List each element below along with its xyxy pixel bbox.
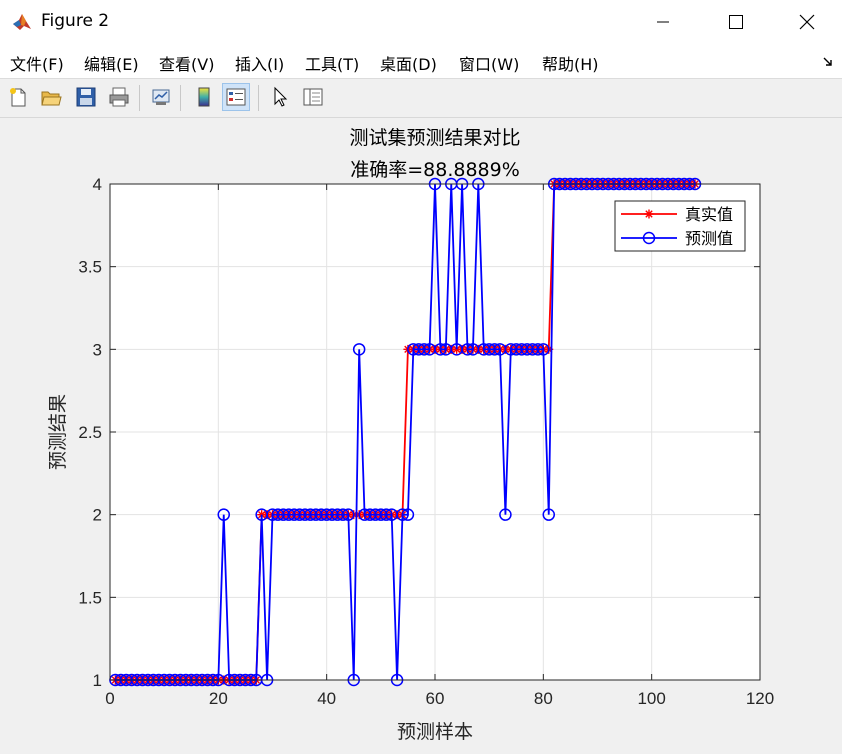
window-title: Figure 2: [41, 11, 110, 31]
save-button[interactable]: [72, 83, 100, 111]
print-button[interactable]: [105, 83, 133, 111]
matlab-logo-icon: [12, 12, 32, 32]
legend: 真实值预测值: [614, 200, 746, 252]
menu-window[interactable]: 窗口(W): [459, 51, 519, 75]
open-file-button[interactable]: [37, 83, 65, 111]
figure-area: 0 20 40 60 80 100 120 1 1.5 2 2.5 3 3.5 4 测试集预测结果对比 准确率…: [0, 118, 842, 750]
y-tick-label: 2: [93, 506, 102, 525]
menu-desktop[interactable]: 桌面(D): [380, 51, 437, 75]
edit-plot-button[interactable]: [266, 83, 294, 111]
open-file-icon: [41, 91, 62, 106]
minimize-button[interactable]: [640, 0, 686, 44]
plot-canvas[interactable]: 0 20 40 60 80 100 120 1 1.5 2 2.5 3 3.5 4 测试集预测结果对比准确率…: [0, 118, 842, 750]
x-axis-label: 预测样本: [397, 721, 473, 743]
x-tick-label: 0: [105, 689, 114, 708]
maximize-icon: [729, 15, 743, 29]
new-figure-button[interactable]: [4, 83, 32, 111]
toolbar-separator: [258, 85, 259, 111]
y-tick-label: 4: [93, 175, 102, 194]
y-axis-label: 预测结果: [47, 394, 69, 470]
x-tick-label: 100: [637, 689, 665, 708]
x-tick-label: 80: [534, 689, 553, 708]
insert-colorbar-button[interactable]: [190, 83, 218, 111]
menu-view[interactable]: 查看(V): [159, 51, 214, 75]
print-icon: [109, 87, 129, 107]
minimize-icon: [657, 21, 669, 23]
menu-help[interactable]: 帮助(H): [542, 51, 599, 75]
menu-file[interactable]: 文件(F): [10, 51, 64, 75]
y-tick-label: 1: [93, 671, 102, 690]
property-inspector-button[interactable]: [299, 83, 327, 111]
x-tick-label: 60: [426, 689, 445, 708]
close-button[interactable]: [784, 0, 830, 44]
insert-colorbar-icon: [198, 87, 210, 107]
legend-label: 预测值: [685, 229, 733, 248]
insert-legend-icon: [226, 88, 246, 106]
maximize-button[interactable]: [713, 0, 759, 44]
title-bar: Figure 2: [0, 0, 842, 44]
x-tick-label: 40: [317, 689, 336, 708]
x-tick-label: 20: [209, 689, 228, 708]
y-tick-label: 1.5: [78, 588, 102, 607]
menu-insert[interactable]: 插入(I): [235, 51, 284, 75]
menu-tools[interactable]: 工具(T): [305, 51, 359, 75]
y-tick-label: 2.5: [78, 423, 102, 442]
dock-arrow-icon[interactable]: [822, 56, 834, 68]
chart-title: 测试集预测结果对比: [349, 127, 520, 149]
menu-edit[interactable]: 编辑(E): [84, 51, 139, 75]
y-tick-label: 3.5: [78, 258, 102, 277]
link-plot-button[interactable]: [147, 83, 175, 111]
y-tick-label: 3: [93, 340, 102, 359]
new-figure-icon: [10, 88, 26, 107]
property-inspector-icon: [303, 88, 323, 106]
close-icon: [799, 14, 815, 30]
x-tick-label: 120: [746, 689, 774, 708]
legend-marker: [644, 209, 654, 219]
link-plot-icon: [152, 89, 170, 105]
legend-label: 真实值: [685, 205, 733, 224]
toolbar: [0, 79, 842, 118]
toolbar-separator: [180, 85, 181, 111]
insert-legend-button[interactable]: [222, 83, 250, 111]
toolbar-separator: [139, 85, 140, 111]
save-icon: [76, 87, 96, 107]
chart-subtitle: 准确率=88.8889%: [350, 159, 520, 181]
menu-bar: 文件(F) 编辑(E) 查看(V) 插入(I) 工具(T) 桌面(D) 窗口(W…: [0, 44, 842, 79]
edit-plot-icon: [274, 86, 288, 107]
